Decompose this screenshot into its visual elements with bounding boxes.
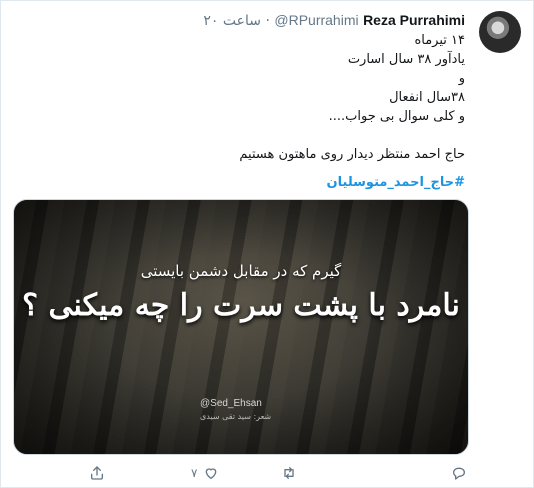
separator: ·	[265, 13, 270, 29]
reply-icon	[453, 467, 465, 480]
image-watermark: @Sed_Ehsan	[200, 398, 262, 409]
tweet-actions: ۷	[81, 463, 471, 483]
like-count: ۷	[191, 466, 198, 480]
like-button[interactable]: ۷	[191, 463, 219, 483]
image-credit: شعر: سید تقی سیدی	[200, 412, 272, 421]
heart-icon	[206, 468, 217, 479]
author-name[interactable]: Reza Purrahimi	[363, 12, 465, 28]
retweet-icon	[284, 467, 294, 479]
hashtag-link[interactable]: #حاج_احمد_متوسلیان	[327, 175, 465, 190]
share-icon	[91, 466, 103, 480]
tweet-line: حاج احمد منتظر دیدار روی ماهتون هستیم	[239, 147, 465, 162]
tweet-line: ۳۸سال انفعال	[389, 90, 465, 105]
avatar[interactable]	[479, 11, 521, 53]
tweet-line: ۱۴ تیرماه	[414, 33, 465, 48]
image-caption-line1: گیرم که در مقابل دشمن بایستی	[140, 262, 342, 280]
image-caption-line2: نامرد با پشت سرت را چه میکنی ؟	[22, 288, 460, 323]
tweet-line: و کلی سوال بی جواب....	[328, 109, 465, 124]
retweet-button[interactable]	[281, 463, 297, 483]
tweet-header: ۲۰ ساعت · @RPurrahimi Reza Purrahimi	[203, 12, 465, 29]
tweet-line: و	[458, 71, 465, 86]
share-button[interactable]	[89, 463, 105, 483]
tweet-image[interactable]: گیرم که در مقابل دشمن بایستی نامرد با پش…	[13, 199, 469, 455]
user-handle[interactable]: @RPurrahimi	[274, 12, 358, 28]
tweet-time[interactable]: ۲۰ ساعت	[203, 13, 261, 29]
tweet-card[interactable]: ۲۰ ساعت · @RPurrahimi Reza Purrahimi ۱۴ …	[0, 0, 534, 488]
tweet-text: ۱۴ تیرماه یادآور ۳۸ سال اسارت و ۳۸سال ان…	[45, 31, 465, 164]
reply-button[interactable]	[451, 463, 467, 483]
tweet-line: یادآور ۳۸ سال اسارت	[347, 52, 465, 67]
